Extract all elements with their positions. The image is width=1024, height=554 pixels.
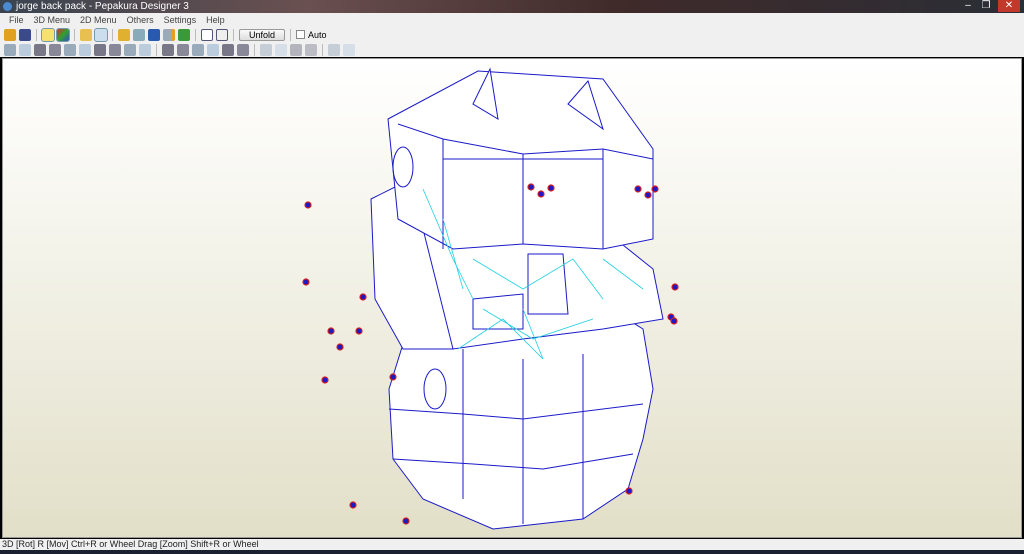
move-icon[interactable] [124,43,136,56]
separator [74,28,75,41]
separator [290,28,291,41]
separator [322,43,323,56]
fit-icon[interactable] [162,43,174,56]
menu-file[interactable]: File [4,13,29,27]
maximize-button[interactable]: ❐ [978,0,994,12]
status-bar: 3D [Rot] R [Mov] Ctrl+R or Wheel Drag [Z… [0,539,1024,550]
join-icon[interactable] [49,43,61,56]
text-icon[interactable] [192,43,204,56]
texture-icon[interactable] [80,28,92,41]
align-top-icon[interactable] [290,43,302,56]
title-bar: jorge back pack - Pepakura Designer 3 – … [0,0,1024,13]
align-bottom-icon[interactable] [305,43,317,56]
edit-icon[interactable] [34,43,46,56]
zoom-out-icon[interactable] [343,43,355,56]
menu-bar: File 3D Menu 2D Menu Others Settings Hel… [0,13,1024,27]
paper-icon[interactable] [64,43,76,56]
select-icon[interactable] [4,43,16,56]
toolbar-main: Unfold Auto [0,27,1024,42]
pointer-icon[interactable] [19,43,31,56]
separator [254,43,255,56]
menu-settings[interactable]: Settings [159,13,202,27]
color-icon[interactable] [56,27,70,42]
cube-icon[interactable] [178,28,190,41]
auto-label: Auto [308,29,327,40]
open-icon[interactable] [4,28,16,41]
align-left-icon[interactable] [260,43,272,56]
auto-checkbox[interactable] [296,30,305,39]
separator [156,43,157,56]
menu-3d[interactable]: 3D Menu [29,13,76,27]
minimize-button[interactable]: – [960,0,976,12]
window-title: jorge back pack - Pepakura Designer 3 [16,1,189,12]
menu-help[interactable]: Help [201,13,230,27]
arrange-icon[interactable] [177,43,189,56]
close-button[interactable]: ✕ [998,0,1020,12]
menu-2d[interactable]: 2D Menu [75,13,122,27]
zoom-in-icon[interactable] [328,43,340,56]
separator [195,28,196,41]
3d-model-wireframe [302,67,679,530]
separator [36,28,37,41]
align-center-icon[interactable] [275,43,287,56]
single-pane-icon[interactable] [201,28,213,41]
toolbar-edit [0,42,1024,57]
menu-others[interactable]: Others [122,13,159,27]
taskbar [0,550,1024,554]
light-icon[interactable] [41,27,55,42]
redo-icon[interactable] [139,43,151,56]
page-icon[interactable] [222,43,234,56]
image-icon[interactable] [207,43,219,56]
cylinder-icon[interactable] [133,28,145,41]
book2-icon[interactable] [79,43,91,56]
rotate-icon[interactable] [109,43,121,56]
separator [233,28,234,41]
save-icon[interactable] [19,28,31,41]
model-head [387,70,654,250]
anchor-icon[interactable] [148,28,160,41]
unfold-button[interactable]: Unfold [239,28,285,41]
book-icon[interactable] [163,28,175,41]
3d-viewport[interactable] [2,58,1022,538]
dual-pane-icon[interactable] [216,28,228,41]
separator [112,28,113,41]
flap-icon[interactable] [94,43,106,56]
edge-icon[interactable] [94,27,108,42]
app-icon [3,2,12,11]
pencil-icon[interactable] [118,28,130,41]
print-icon[interactable] [237,43,249,56]
